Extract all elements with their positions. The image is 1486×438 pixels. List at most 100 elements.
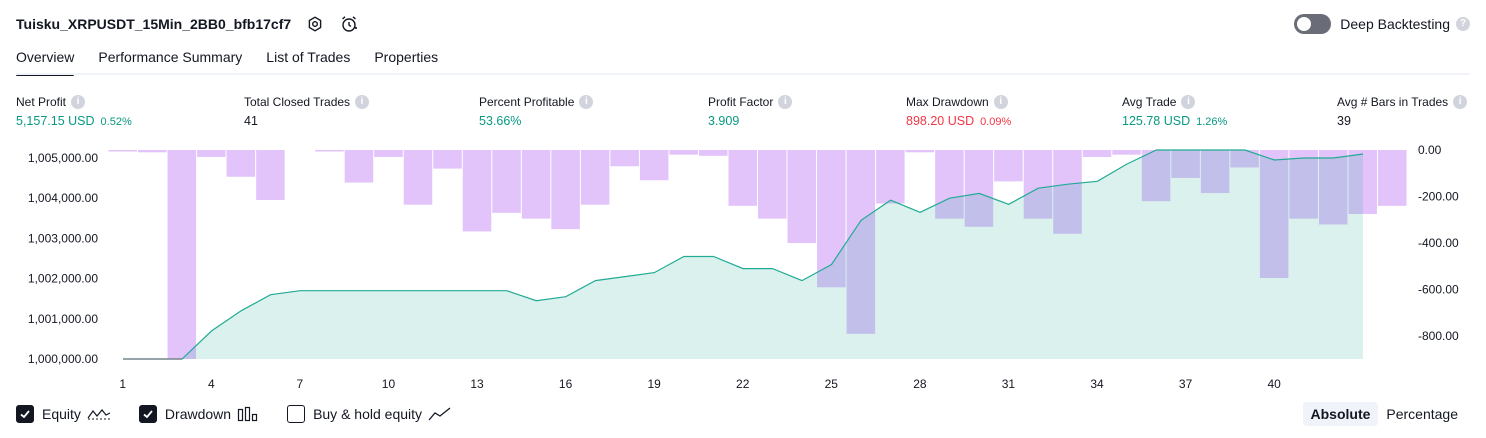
metric-max-drawdown: Max Drawdown i 898.20 USD 0.09% — [906, 94, 1011, 130]
buy-hold-checkbox[interactable] — [287, 405, 306, 423]
x-axis-tick-label: 10 — [382, 377, 396, 391]
x-axis-tick-label: 22 — [736, 377, 750, 391]
metric-label: Percent Profitable — [479, 95, 575, 109]
metric-label: Max Drawdown — [906, 95, 989, 109]
bar-chart-icon — [237, 406, 259, 422]
legend-buy-hold-equity[interactable]: Buy & hold equity — [287, 405, 452, 423]
metric-percent: 0.09% — [980, 116, 1012, 128]
drawdown-bar — [787, 150, 817, 244]
chart-legend: Equity Drawdown Buy & hold equity — [16, 403, 480, 425]
legend-label: Equity — [42, 406, 81, 422]
metric-label: Profit Factor — [708, 95, 774, 109]
x-axis-tick-label: 28 — [913, 377, 927, 391]
strategy-title: Tuisku_XRPUSDT_15Min_2BB0_bfb17cf7 — [16, 16, 292, 32]
left-axis-tick-label: 1,005,000.00 — [28, 151, 98, 165]
help-icon[interactable]: ? — [1456, 17, 1470, 31]
drawdown-bar — [521, 150, 551, 219]
drawdown-checkbox[interactable] — [138, 405, 157, 423]
legend-label: Buy & hold equity — [313, 406, 423, 422]
drawdown-bar — [876, 150, 905, 204]
metric-label: Avg Trade — [1122, 95, 1177, 109]
drawdown-bar — [374, 150, 403, 157]
tab-overview[interactable]: Overview — [16, 46, 75, 76]
metric-label: Total Closed Trades — [244, 95, 351, 109]
right-axis-tick-label: -600.00 — [1418, 283, 1459, 297]
deep-backtesting-toggle[interactable] — [1294, 14, 1332, 34]
x-axis-tick-label: 4 — [208, 377, 215, 391]
tab-list-of-trades[interactable]: List of Trades — [266, 46, 350, 76]
x-axis-tick-label: 25 — [825, 377, 839, 391]
legend-equity[interactable]: Equity — [16, 405, 111, 423]
info-icon[interactable]: i — [993, 95, 1008, 109]
metric-label: Avg # Bars in Trades — [1337, 95, 1449, 109]
info-icon[interactable]: i — [1181, 95, 1196, 109]
info-icon[interactable]: i — [778, 95, 793, 109]
equity-checkbox[interactable] — [16, 405, 34, 423]
value-mode-switch: Absolute Percentage — [1302, 401, 1467, 427]
drawdown-bar — [344, 150, 374, 183]
drawdown-bar — [639, 150, 669, 181]
drawdown-bar — [1112, 150, 1141, 155]
gear-icon[interactable] — [305, 14, 325, 34]
right-axis-tick-label: -800.00 — [1418, 329, 1459, 343]
tab-bar: Overview Performance Summary List of Tra… — [16, 46, 462, 76]
metric-percent: 1.26% — [1196, 116, 1228, 128]
x-axis-tick-label: 1 — [119, 377, 126, 391]
left-axis-tick-label: 1,002,000.00 — [28, 272, 98, 286]
trend-line-icon — [428, 406, 452, 422]
drawdown-bar — [610, 150, 639, 167]
drawdown-bar — [433, 150, 462, 169]
toggle-knob — [1297, 17, 1312, 31]
drawdown-bar — [698, 150, 728, 156]
x-axis-tick-label: 40 — [1267, 377, 1281, 391]
drawdown-bar — [226, 150, 256, 177]
drawdown-bar — [462, 150, 492, 232]
drawdown-bar — [138, 150, 167, 153]
drawdown-bar — [728, 150, 757, 206]
metric-profit-factor: Profit Factor i 3.909 — [708, 94, 793, 130]
strategy-header: Tuisku_XRPUSDT_15Min_2BB0_bfb17cf7 — [16, 13, 359, 35]
x-axis-tick-label: 37 — [1179, 377, 1193, 391]
legend-drawdown[interactable]: Drawdown — [138, 405, 259, 423]
x-axis-tick-label: 7 — [297, 377, 304, 391]
metric-value: 53.66% — [479, 114, 522, 128]
drawdown-bar — [669, 150, 698, 155]
drawdown-bar — [403, 150, 433, 205]
equity-drawdown-chart: 1,000,000.00 1,001,000.00 1,002,000.00 1,00… — [28, 143, 1459, 391]
alarm-clock-icon[interactable] — [339, 14, 359, 34]
tab-performance-summary[interactable]: Performance Summary — [98, 46, 242, 76]
metric-label: Net Profit — [16, 95, 67, 109]
info-icon[interactable]: i — [579, 95, 594, 109]
deep-backtesting-label: Deep Backtesting — [1340, 16, 1450, 32]
tab-properties[interactable]: Properties — [374, 46, 438, 76]
drawdown-bar — [256, 150, 285, 201]
drawdown-bar — [197, 150, 226, 157]
drawdown-bar — [108, 150, 138, 152]
left-axis-tick-label: 1,003,000.00 — [28, 231, 98, 245]
legend-label: Drawdown — [164, 406, 232, 422]
metric-value: 3.909 — [708, 114, 740, 128]
drawdown-bar — [551, 150, 580, 230]
metric-value: 41 — [244, 114, 258, 128]
right-axis-tick-label: -200.00 — [1418, 190, 1459, 204]
metric-value: 39 — [1337, 114, 1351, 128]
drawdown-bar — [905, 150, 935, 153]
drawdown-bar — [1377, 150, 1407, 206]
left-axis-tick-label: 1,000,000.00 — [28, 352, 98, 366]
metric-total-closed-trades: Total Closed Trades i 41 — [244, 94, 370, 130]
metric-value: 898.20 USD — [906, 114, 975, 128]
x-axis-tick-label: 13 — [470, 377, 484, 391]
info-icon[interactable]: i — [355, 95, 370, 109]
metric-avg-trade: Avg Trade i 125.78 USD 1.26% — [1122, 94, 1227, 130]
info-icon[interactable]: i — [71, 95, 86, 109]
tab-divider — [16, 73, 1470, 75]
drawdown-bar — [1082, 150, 1112, 157]
metric-percent-profitable: Percent Profitable i 53.66% — [479, 94, 594, 130]
x-axis-tick-label: 31 — [1002, 377, 1016, 391]
right-axis-tick-label: -400.00 — [1418, 236, 1459, 250]
deep-backtesting: Deep Backtesting ? — [1294, 13, 1470, 35]
drawdown-bar — [167, 150, 197, 359]
info-icon[interactable]: i — [1453, 95, 1468, 109]
mode-percentage[interactable]: Percentage — [1378, 402, 1466, 426]
mode-absolute[interactable]: Absolute — [1302, 402, 1379, 426]
